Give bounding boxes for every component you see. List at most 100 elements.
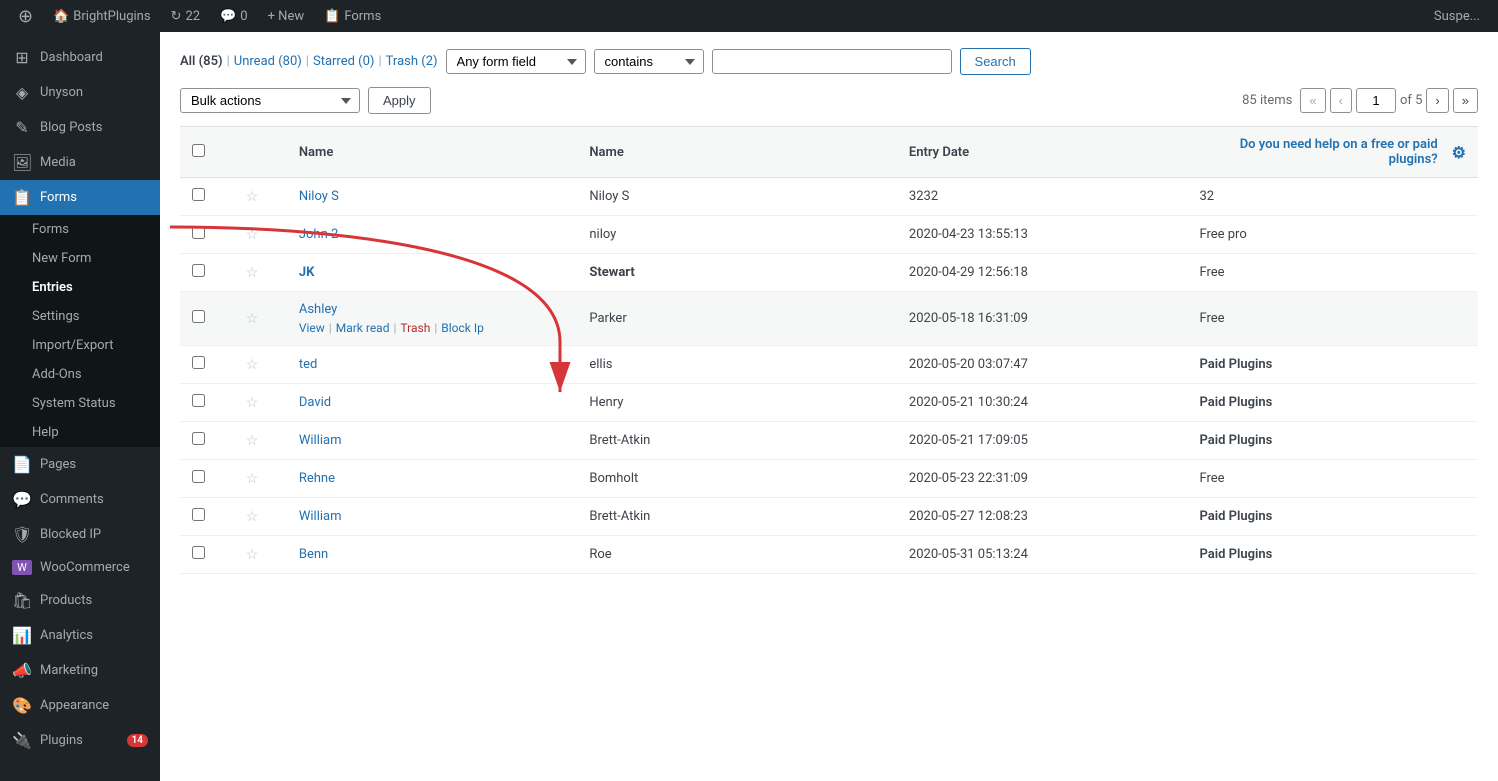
sidebar-item-appearance[interactable]: 🎨 Appearance (0, 688, 160, 723)
media-icon: 🖼 (12, 153, 32, 172)
star-icon[interactable]: ☆ (246, 227, 259, 243)
wp-logo-button[interactable]: ⊕ (8, 0, 43, 32)
header-col-name2[interactable]: Name (577, 127, 897, 178)
sidebar-item-analytics[interactable]: 📊 Analytics (0, 618, 160, 653)
entry-name-link[interactable]: David (299, 395, 331, 410)
row-extra: Paid Plugins (1199, 395, 1272, 410)
sidebar-label-dashboard: Dashboard (40, 50, 103, 65)
row-checkbox[interactable] (192, 356, 205, 369)
apply-button[interactable]: Apply (368, 87, 431, 114)
sidebar-item-blog-posts[interactable]: ✎ Blog Posts (0, 110, 160, 145)
entry-name-link[interactable]: ted (299, 357, 317, 372)
updates-button[interactable]: ↻ 22 (161, 0, 211, 32)
settings-icon[interactable]: ⚙ (1452, 143, 1466, 162)
row-checkbox[interactable] (192, 432, 205, 445)
star-icon[interactable]: ☆ (246, 265, 259, 281)
row-extra: 32 (1199, 189, 1214, 204)
entry-name-link[interactable]: Niloy S (299, 189, 339, 204)
sidebar-label-plugins: Plugins (40, 733, 83, 748)
entry-name-link[interactable]: William (299, 509, 342, 524)
sidebar-item-unyson[interactable]: ◈ Unyson (0, 75, 160, 110)
entry-name-link[interactable]: Ashley (299, 302, 337, 317)
sidebar-label-analytics: Analytics (40, 628, 93, 643)
bulk-actions-select[interactable]: Bulk actions Delete Mark as read (180, 88, 360, 113)
star-icon[interactable]: ☆ (246, 471, 259, 487)
submenu-item-new-form[interactable]: New Form (0, 244, 160, 273)
row-extra: Paid Plugins (1199, 509, 1272, 524)
header-col-date[interactable]: Entry Date (897, 127, 1188, 178)
submenu-item-entries[interactable]: Entries (0, 273, 160, 302)
row-checkbox-cell (180, 346, 234, 384)
comments-button[interactable]: 💬 0 (210, 0, 258, 32)
pagination-first[interactable]: « (1300, 88, 1325, 113)
sidebar-item-blocked-ip[interactable]: 🛡 Blocked IP (0, 517, 160, 552)
row-checkbox[interactable] (192, 188, 205, 201)
row-checkbox[interactable] (192, 508, 205, 521)
sidebar-item-plugins[interactable]: 🔌 Plugins 14 (0, 723, 160, 758)
pagination-next[interactable]: › (1426, 88, 1448, 113)
block-ip-action[interactable]: Block Ip (441, 321, 484, 335)
sidebar-item-marketing[interactable]: 📣 Marketing (0, 653, 160, 688)
select-all-checkbox[interactable] (192, 144, 205, 157)
table-row: ☆ William Brett-Atkin 2020-05-21 17:09:0… (180, 422, 1478, 460)
star-icon[interactable]: ☆ (246, 547, 259, 563)
condition-select[interactable]: contains equals starts with ends with (594, 49, 704, 74)
sidebar-item-forms[interactable]: 📋 Forms (0, 180, 160, 215)
row-checkbox[interactable] (192, 394, 205, 407)
submenu-item-system-status[interactable]: System Status (0, 389, 160, 418)
tab-all[interactable]: All (85) (180, 54, 223, 69)
search-input[interactable] (712, 49, 952, 74)
row-checkbox[interactable] (192, 470, 205, 483)
entry-name-link[interactable]: William (299, 433, 342, 448)
row-first-name-cell: Rehne (287, 460, 578, 498)
star-icon[interactable]: ☆ (246, 357, 259, 373)
table-row: ☆ Rehne Bomholt 2020-05-23 22:31:09 Free (180, 460, 1478, 498)
pagination-prev[interactable]: ‹ (1330, 88, 1352, 113)
submenu-item-import-export[interactable]: Import/Export (0, 331, 160, 360)
row-checkbox[interactable] (192, 310, 205, 323)
field-select[interactable]: Any form field Name Email Message (446, 49, 586, 74)
row-checkbox[interactable] (192, 226, 205, 239)
tab-starred[interactable]: Starred (0) (313, 54, 374, 69)
star-icon[interactable]: ☆ (246, 509, 259, 525)
submenu-item-help[interactable]: Help (0, 418, 160, 447)
entry-name-link[interactable]: John 2 (299, 227, 338, 242)
entry-name-link[interactable]: Rehne (299, 471, 335, 486)
sidebar-item-dashboard[interactable]: ⊞ Dashboard (0, 40, 160, 75)
new-button[interactable]: + New (258, 0, 315, 32)
comments-count: 0 (240, 9, 247, 24)
star-icon[interactable]: ☆ (246, 189, 259, 205)
header-col-name1[interactable]: Name (287, 127, 578, 178)
row-checkbox[interactable] (192, 546, 205, 559)
star-icon[interactable]: ☆ (246, 433, 259, 449)
sidebar-item-products[interactable]: 🛍 Products (0, 583, 160, 618)
pagination-last[interactable]: » (1453, 88, 1478, 113)
submenu-item-add-ons[interactable]: Add-Ons (0, 360, 160, 389)
shield-icon: 🛡 (12, 525, 32, 544)
entry-name-link[interactable]: Benn (299, 547, 328, 562)
forms-button[interactable]: 📋 Forms (314, 0, 391, 32)
star-icon[interactable]: ☆ (246, 311, 259, 327)
submenu-item-forms[interactable]: Forms (0, 215, 160, 244)
submenu-entries-label: Entries (32, 280, 73, 295)
search-button[interactable]: Search (960, 48, 1031, 75)
submenu-item-settings[interactable]: Settings (0, 302, 160, 331)
row-checkbox[interactable] (192, 264, 205, 277)
sidebar-item-comments[interactable]: 💬 Comments (0, 482, 160, 517)
entry-name-link[interactable]: JK (299, 265, 315, 280)
tab-trash[interactable]: Trash (2) (386, 54, 438, 69)
site-name-button[interactable]: 🏠 BrightPlugins (43, 0, 160, 32)
sidebar-item-pages[interactable]: 📄 Pages (0, 447, 160, 482)
star-icon[interactable]: ☆ (246, 395, 259, 411)
content-inner: All (85) | Unread (80) | Starred (0) | T… (160, 32, 1498, 781)
sidebar-item-woocommerce[interactable]: W WooCommerce (0, 552, 160, 583)
tab-unread[interactable]: Unread (80) (234, 54, 302, 69)
view-action[interactable]: View (299, 321, 325, 335)
help-link[interactable]: Do you need help on a free or paid plugi… (1199, 137, 1437, 167)
trash-action[interactable]: Trash (400, 321, 430, 335)
pagination-current-page[interactable] (1356, 88, 1396, 113)
row-last-name-cell: niloy (577, 216, 897, 254)
bulk-bar: Bulk actions Delete Mark as read Apply 8… (180, 87, 1478, 114)
mark-read-action[interactable]: Mark read (336, 321, 390, 335)
sidebar-item-media[interactable]: 🖼 Media (0, 145, 160, 180)
